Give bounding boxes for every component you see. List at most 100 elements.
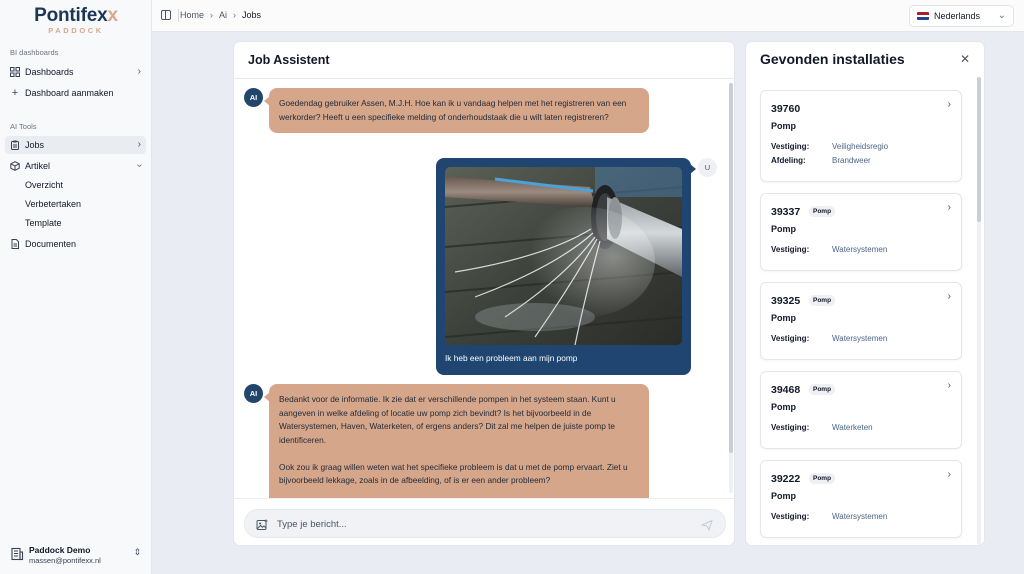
installation-card[interactable]: 39325 Pomp › Pomp Vestiging: Watersystem… bbox=[760, 282, 962, 360]
installation-type: Pomp bbox=[771, 313, 797, 323]
installations-panel: Gevonden installaties ✕ 39760 › Pomp Ves… bbox=[745, 41, 985, 546]
afdeling-label: Afdeling: bbox=[771, 156, 806, 165]
vestiging-label: Vestiging: bbox=[771, 512, 810, 521]
logo[interactable]: Pontifexx PADDOCK bbox=[30, 5, 122, 36]
message-text: Ook zou ik graag willen weten wat het sp… bbox=[279, 461, 628, 486]
sidebar-item-label: Documenten bbox=[25, 239, 77, 249]
sidebar: Pontifexx PADDOCK BI dashboards Dashboar… bbox=[0, 0, 152, 574]
logo-name: Pontifex bbox=[34, 5, 108, 26]
chevron-right-icon: › bbox=[947, 380, 951, 391]
image-upload-icon[interactable] bbox=[256, 518, 268, 530]
user-message: Ik heb een probleem aan mijn pomp bbox=[436, 158, 696, 375]
chevron-right-icon: › bbox=[137, 66, 141, 77]
breadcrumb-ai[interactable]: Ai bbox=[219, 10, 227, 20]
vestiging-value: Watersystemen bbox=[832, 334, 888, 343]
scrollbar-thumb[interactable] bbox=[977, 77, 981, 222]
vestiging-value: Waterketen bbox=[832, 423, 873, 432]
installation-card[interactable]: 39337 Pomp › Pomp Vestiging: Watersystem… bbox=[760, 193, 962, 271]
breadcrumb-home[interactable]: Home bbox=[180, 10, 204, 20]
top-bar: Home › Ai › Jobs Nederlands ⌄ bbox=[152, 0, 1024, 32]
composer bbox=[234, 498, 734, 545]
close-icon[interactable]: ✕ bbox=[960, 52, 970, 66]
send-icon[interactable] bbox=[700, 518, 713, 532]
chevron-right-icon: › bbox=[233, 10, 237, 20]
type-badge: Pomp bbox=[809, 295, 836, 306]
netherlands-flag-icon bbox=[917, 12, 929, 20]
chevron-down-icon: ⌄ bbox=[997, 10, 1006, 21]
language-selected: Nederlands bbox=[934, 11, 981, 21]
ai-avatar: AI bbox=[244, 384, 263, 403]
section-label-ai: AI Tools bbox=[10, 122, 37, 131]
building-icon bbox=[10, 547, 24, 561]
type-badge: Pomp bbox=[809, 473, 836, 484]
plus-icon: + bbox=[11, 87, 19, 99]
installation-type: Pomp bbox=[771, 491, 797, 501]
message-list[interactable]: AI Goedendag gebruiker Assen, M.J.H. Hoe… bbox=[234, 79, 734, 498]
installation-type: Pomp bbox=[771, 402, 797, 412]
chevron-right-icon: › bbox=[947, 202, 951, 213]
sidebar-subitem-verbetertaken[interactable]: Verbetertaken bbox=[25, 199, 81, 209]
message-input[interactable] bbox=[277, 515, 677, 533]
chevron-right-icon: › bbox=[210, 10, 214, 20]
installations-title: Gevonden installaties bbox=[760, 51, 905, 67]
installation-card[interactable]: 39760 › Pomp Vestiging: Veiligheidsregio… bbox=[760, 90, 962, 182]
vestiging-value: Watersystemen bbox=[832, 245, 888, 254]
installation-card[interactable]: 39468 Pomp › Pomp Vestiging: Waterketen bbox=[760, 371, 962, 449]
afdeling-value: Brandweer bbox=[832, 156, 871, 165]
clipboard-icon bbox=[10, 140, 20, 150]
type-badge: Pomp bbox=[809, 384, 836, 395]
type-badge: Pomp bbox=[809, 206, 836, 217]
chat-title: Job Assistent bbox=[248, 53, 330, 67]
message-text: Goedendag gebruiker Assen, M.J.H. Hoe ka… bbox=[279, 98, 627, 122]
sidebar-item-label: Jobs bbox=[25, 140, 45, 150]
message-text: Bedankt voor de informatie. Ik zie dat e… bbox=[279, 394, 616, 445]
chevron-right-icon: › bbox=[137, 139, 141, 150]
vestiging-label: Vestiging: bbox=[771, 423, 810, 432]
ai-message: Goedendag gebruiker Assen, M.J.H. Hoe ka… bbox=[264, 88, 649, 133]
divider bbox=[178, 9, 179, 22]
installation-id: 39468 bbox=[771, 384, 801, 396]
user-menu[interactable]: Paddock Demo massen@pontifexx.nl ⇕ bbox=[10, 543, 145, 567]
box-icon bbox=[10, 161, 20, 171]
vestiging-label: Vestiging: bbox=[771, 334, 810, 343]
chevron-down-icon: › bbox=[133, 163, 145, 168]
sidebar-subitem-overzicht[interactable]: Overzicht bbox=[25, 180, 63, 190]
user-email: massen@pontifexx.nl bbox=[29, 556, 101, 565]
message-input-wrapper bbox=[244, 509, 726, 538]
sidebar-item-artikel[interactable]: Artikel › bbox=[5, 157, 146, 175]
breadcrumb: Home › Ai › Jobs bbox=[180, 10, 261, 20]
section-label-bi: BI dashboards bbox=[10, 48, 59, 57]
leaking-pipe-image[interactable] bbox=[445, 167, 682, 345]
sidebar-item-label: Dashboard aanmaken bbox=[25, 88, 114, 98]
installation-id: 39325 bbox=[771, 295, 801, 307]
logo-x-mark: x bbox=[107, 5, 118, 26]
chevron-right-icon: › bbox=[947, 469, 951, 480]
vestiging-value: Veiligheidsregio bbox=[832, 142, 889, 151]
installation-id: 39760 bbox=[771, 103, 801, 115]
vestiging-value: Watersystemen bbox=[832, 512, 888, 521]
sidebar-item-jobs[interactable]: Jobs › bbox=[5, 136, 146, 154]
sidebar-item-label: Artikel bbox=[25, 161, 51, 171]
logo-subtitle: PADDOCK bbox=[48, 26, 104, 35]
user-avatar: U bbox=[698, 158, 717, 177]
sidebar-item-dashboards[interactable]: Dashboards › bbox=[5, 63, 146, 81]
installation-id: 39337 bbox=[771, 206, 801, 218]
scrollbar-thumb[interactable] bbox=[729, 83, 733, 453]
user-name: Paddock Demo bbox=[29, 545, 91, 555]
breadcrumb-current: Jobs bbox=[242, 10, 262, 20]
sidebar-item-documenten[interactable]: Documenten bbox=[5, 235, 146, 253]
installation-type: Pomp bbox=[771, 224, 797, 234]
grid-icon bbox=[10, 67, 20, 77]
vestiging-label: Vestiging: bbox=[771, 245, 810, 254]
sidebar-item-dashboard-create[interactable]: + Dashboard aanmaken bbox=[5, 84, 146, 102]
chat-panel: Job Assistent AI Goedendag gebruiker Ass… bbox=[233, 41, 735, 546]
sidebar-subitem-template[interactable]: Template bbox=[25, 218, 62, 228]
chevron-right-icon: › bbox=[947, 99, 951, 110]
language-select[interactable]: Nederlands ⌄ bbox=[909, 5, 1014, 27]
ai-message: Bedankt voor de informatie. Ik zie dat e… bbox=[264, 384, 649, 498]
ai-avatar: AI bbox=[244, 88, 263, 107]
installation-card[interactable]: 39222 Pomp › Pomp Vestiging: Watersystem… bbox=[760, 460, 962, 538]
sidebar-toggle-icon[interactable] bbox=[161, 10, 171, 20]
chevron-right-icon: › bbox=[947, 291, 951, 302]
sidebar-item-label: Dashboards bbox=[25, 67, 74, 77]
